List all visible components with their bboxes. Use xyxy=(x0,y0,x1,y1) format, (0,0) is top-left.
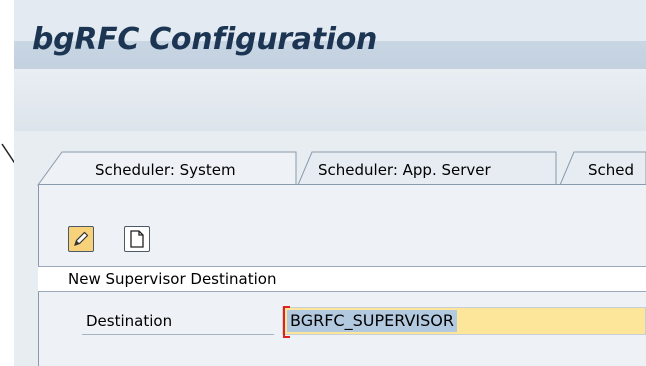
page-title: bgRFC Configuration xyxy=(32,22,378,57)
group-header: New Supervisor Destination xyxy=(38,266,646,292)
pencil-icon xyxy=(74,231,89,246)
new-document-icon xyxy=(130,230,144,248)
destination-input[interactable]: BGRFC_SUPERVISOR xyxy=(282,306,646,338)
new-button[interactable] xyxy=(124,226,150,252)
destination-value: BGRFC_SUPERVISOR xyxy=(287,310,457,332)
title-bar: bgRFC Configuration xyxy=(14,0,646,68)
edit-button[interactable] xyxy=(68,226,94,252)
application-toolbar xyxy=(14,68,646,131)
destination-label: Destination xyxy=(82,308,274,335)
destination-row: Destination BGRFC_SUPERVISOR xyxy=(38,300,646,340)
